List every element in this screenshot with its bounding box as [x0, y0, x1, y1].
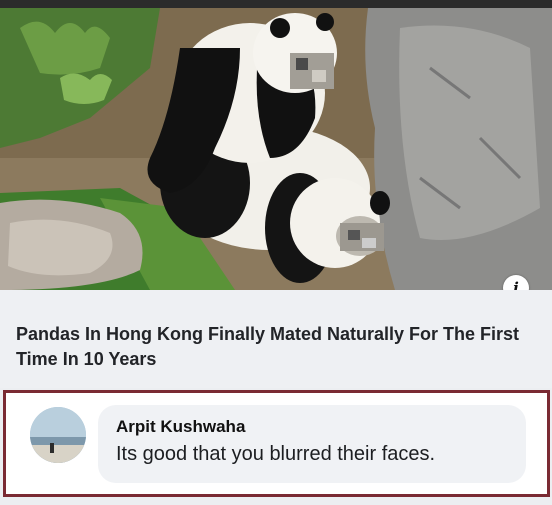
comment-frame: Arpit Kushwaha Its good that you blurred… [3, 390, 550, 497]
avatar[interactable] [30, 407, 86, 463]
top-border [0, 0, 552, 8]
post-photo[interactable] [0, 8, 552, 290]
comment-text: Its good that you blurred their faces. [116, 443, 436, 465]
comment-bubble: Arpit Kushwaha Its good that you blurred… [98, 405, 526, 483]
post-headline[interactable]: Pandas In Hong Kong Finally Mated Natura… [16, 322, 544, 372]
comment-author[interactable]: Arpit Kushwaha [116, 417, 245, 437]
